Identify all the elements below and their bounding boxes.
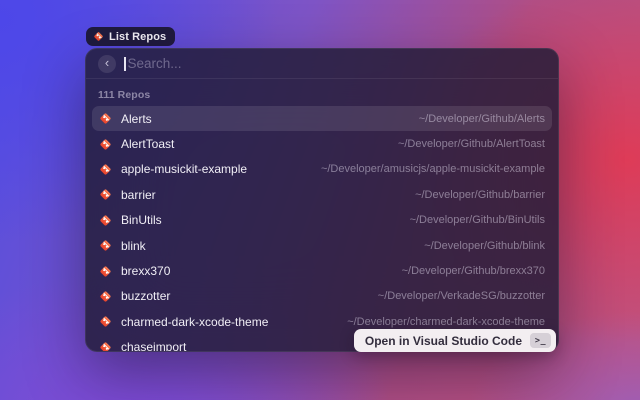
- repo-name: apple-musickit-example: [121, 162, 247, 176]
- action-label: Open in Visual Studio Code: [365, 334, 522, 348]
- git-repo-icon: [99, 341, 112, 352]
- git-repo-icon: [99, 315, 112, 328]
- text-caret: [124, 57, 126, 71]
- back-button[interactable]: ‹: [98, 55, 116, 73]
- git-repo-icon: [99, 163, 112, 176]
- repo-path: ~/Developer/Github/AlertToast: [398, 138, 545, 150]
- repo-path: ~/Developer/Github/BinUtils: [410, 214, 545, 226]
- launcher-window: ‹ Search... 111 Repos: [85, 48, 559, 352]
- git-repo-icon: [99, 290, 112, 303]
- repo-row[interactable]: brexx370 ~/Developer/Github/brexx370: [92, 258, 552, 283]
- chevron-left-icon: ‹: [105, 55, 109, 71]
- repo-path: ~/Developer/amusicjs/apple-musickit-exam…: [321, 163, 545, 175]
- repo-name: brexx370: [121, 264, 170, 278]
- git-repo-icon: [99, 239, 112, 252]
- section-header: 111 Repos: [92, 89, 552, 106]
- repo-row[interactable]: blink ~/Developer/Github/blink: [92, 233, 552, 258]
- git-repo-icon: [99, 112, 112, 125]
- command-badge-label: List Repos: [109, 31, 166, 43]
- repo-row[interactable]: AlertToast ~/Developer/Github/AlertToast: [92, 131, 552, 156]
- repo-name: chaseimport: [121, 340, 186, 352]
- repo-row[interactable]: BinUtils ~/Developer/Github/BinUtils: [92, 208, 552, 233]
- repo-name: blink: [121, 239, 146, 253]
- repo-path: ~/Developer/Github/Alerts: [419, 113, 545, 125]
- repo-path: ~/Developer/Github/blink: [424, 240, 545, 252]
- repo-name: buzzotter: [121, 289, 170, 303]
- repo-path: ~/Developer/Github/brexx370: [402, 265, 545, 277]
- git-repo-icon: [99, 214, 112, 227]
- repo-row[interactable]: buzzotter ~/Developer/VerkadeSG/buzzotte…: [92, 284, 552, 309]
- repo-path: ~/Developer/VerkadeSG/buzzotter: [378, 290, 545, 302]
- repo-name: Alerts: [121, 112, 152, 126]
- search-placeholder: Search...: [128, 56, 182, 71]
- command-badge[interactable]: List Repos: [86, 27, 175, 46]
- repo-path: ~/Developer/charmed-dark-xcode-theme: [347, 316, 545, 328]
- git-repo-icon: [99, 188, 112, 201]
- search-bar: ‹ Search...: [86, 49, 558, 79]
- terminal-prompt-icon: >_: [530, 333, 551, 348]
- repo-name: charmed-dark-xcode-theme: [121, 315, 268, 329]
- repo-row[interactable]: barrier ~/Developer/Github/barrier: [92, 182, 552, 207]
- repo-list-section: 111 Repos Alerts ~/Developer/Github/Aler…: [86, 79, 558, 352]
- desktop-wallpaper: List Repos ‹ Search... 111 Repos: [0, 0, 640, 400]
- search-input[interactable]: Search...: [124, 49, 546, 78]
- repo-list: Alerts ~/Developer/Github/Alerts AlertTo…: [92, 106, 552, 352]
- git-repo-icon: [99, 265, 112, 278]
- repo-name: barrier: [121, 188, 156, 202]
- open-in-vscode-action[interactable]: Open in Visual Studio Code >_: [354, 329, 556, 352]
- git-repo-icon: [93, 31, 104, 42]
- repo-name: BinUtils: [121, 213, 162, 227]
- repo-path: ~/Developer/Github/barrier: [415, 189, 545, 201]
- git-repo-icon: [99, 138, 112, 151]
- repo-row[interactable]: apple-musickit-example ~/Developer/amusi…: [92, 157, 552, 182]
- repo-name: AlertToast: [121, 137, 174, 151]
- repo-row[interactable]: Alerts ~/Developer/Github/Alerts: [92, 106, 552, 131]
